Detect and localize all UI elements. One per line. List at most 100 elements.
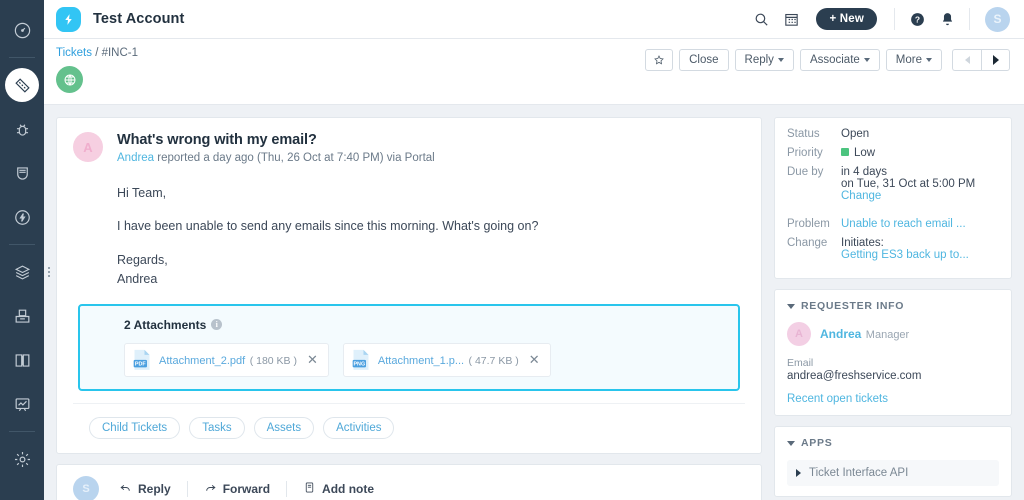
close-icon[interactable]: ✕	[304, 353, 321, 366]
forward-button[interactable]: Forward	[204, 481, 270, 497]
pdf-file-icon: PDF	[132, 349, 152, 371]
ticket-title-block: What's wrong with my email? Andrea repor…	[117, 132, 435, 164]
ticket-meta: Andrea reported a day ago (Thu, 26 Oct a…	[117, 152, 435, 164]
tab-tasks[interactable]: Tasks	[189, 416, 245, 439]
requester-link[interactable]: Andrea	[117, 152, 154, 164]
sidebar-item-changes[interactable]	[5, 156, 39, 190]
rail-divider-1	[9, 57, 35, 58]
topbar-divider-2	[969, 8, 970, 30]
sidebar-item-analytics[interactable]	[5, 387, 39, 421]
new-button[interactable]: + New	[816, 8, 877, 30]
ticket-header: A What's wrong with my email? Andrea rep…	[73, 132, 745, 164]
attachment-text: Attachment_1.p... ( 47.7 KB )	[378, 351, 519, 369]
problem-link[interactable]: Unable to reach email ...	[841, 218, 966, 230]
requester-avatar: A	[73, 132, 103, 162]
associate-dropdown-button[interactable]: Associate	[799, 49, 880, 71]
next-arrow-icon	[992, 55, 999, 65]
add-note-button[interactable]: Add note	[303, 481, 374, 497]
topbar-divider	[894, 8, 895, 30]
reply-label: Reply	[138, 481, 171, 496]
calendar-icon[interactable]	[776, 4, 806, 34]
ticket-body-line-3: Regards,	[117, 252, 168, 267]
ticket-body: Hi Team, I have been unable to send any …	[73, 164, 745, 290]
email-value: andrea@freshservice.com	[787, 370, 922, 382]
due-relative: in 4 days	[841, 166, 888, 178]
apps-section: APPS Ticket Interface API	[774, 426, 1012, 497]
bell-icon[interactable]	[932, 4, 962, 34]
app-item-ticket-interface-api[interactable]: Ticket Interface API	[787, 460, 999, 486]
status-label: Status	[787, 128, 820, 140]
shield-icon	[13, 164, 32, 183]
next-ticket-button[interactable]	[981, 49, 1010, 71]
ticket-detail-card: A What's wrong with my email? Andrea rep…	[56, 117, 762, 454]
status-badge[interactable]: Open	[841, 128, 999, 140]
left-nav-rail	[0, 0, 50, 500]
attachment-item[interactable]: PDF Attachment_2.pdf ( 180 KB ) ✕	[124, 342, 329, 377]
breadcrumb-tickets-link[interactable]: Tickets	[56, 47, 92, 59]
requester-name[interactable]: Andrea	[820, 327, 861, 341]
breadcrumb-bar: Tickets / #INC-1 Close Reply Associate M…	[44, 39, 1024, 105]
sidebar-item-admin[interactable]	[5, 442, 39, 476]
tab-assets[interactable]: Assets	[253, 416, 315, 439]
tab-child-tickets[interactable]: Child Tickets	[89, 416, 181, 439]
ticket-pager	[952, 49, 1010, 71]
requester-role: Manager	[865, 329, 910, 341]
breadcrumb-current: #INC-1	[101, 47, 139, 59]
change-label: Change	[787, 237, 828, 249]
help-icon[interactable]: ?	[902, 4, 932, 34]
sidebar-item-dashboard[interactable]	[5, 13, 39, 47]
attachment-name[interactable]: Attachment_1.p...	[378, 355, 464, 367]
search-icon[interactable]	[746, 4, 776, 34]
reply-dropdown-button[interactable]: Reply	[734, 49, 794, 71]
attachment-size: ( 180 KB )	[249, 354, 297, 367]
close-icon[interactable]: ✕	[526, 353, 543, 366]
requester-info-header[interactable]: REQUESTER INFO	[787, 300, 999, 312]
reply-button[interactable]: Reply	[119, 481, 171, 497]
chevron-down-icon	[863, 58, 870, 62]
star-icon[interactable]	[645, 49, 674, 71]
close-button[interactable]: Close	[679, 49, 729, 71]
avatar: S	[73, 475, 99, 500]
property-status: Status Open	[787, 128, 999, 140]
rail-overflow-dots-icon[interactable]	[48, 267, 50, 277]
flash-logo-icon[interactable]	[56, 6, 81, 32]
due-change-link[interactable]: Change	[841, 190, 881, 202]
attachment-item[interactable]: PNG Attachment_1.p... ( 47.7 KB ) ✕	[342, 342, 551, 377]
priority-color-swatch	[841, 148, 849, 156]
attachments-wrapper: 2 Attachments i PDF Attachment_2.pdf (1…	[73, 303, 745, 391]
priority-text: Low	[854, 147, 876, 159]
archive-icon	[13, 307, 32, 326]
sidebar-item-releases[interactable]	[5, 200, 39, 234]
sidebar-item-assets[interactable]	[5, 255, 50, 289]
change-initiates-label: Initiates:	[841, 237, 884, 249]
sidebar-item-solutions[interactable]	[5, 343, 39, 377]
sidebar-item-tickets[interactable]	[5, 68, 39, 102]
top-bar: Test Account + New ? S	[44, 0, 1024, 39]
sidebar-item-purchase[interactable]	[5, 299, 39, 333]
problem-value: Unable to reach email ...	[841, 218, 999, 230]
attachment-text: Attachment_2.pdf ( 180 KB )	[159, 351, 297, 369]
avatar[interactable]: S	[985, 6, 1010, 32]
more-dropdown-button[interactable]: More	[885, 49, 942, 71]
chevron-down-icon	[926, 58, 932, 62]
ticket-body-line-4: Andrea	[117, 272, 158, 287]
priority-value[interactable]: Low	[841, 147, 999, 159]
prev-ticket-button[interactable]	[952, 49, 981, 71]
change-link[interactable]: Getting ES3 back up to...	[841, 249, 969, 261]
attachment-name[interactable]: Attachment_2.pdf	[159, 355, 245, 367]
apps-header[interactable]: APPS	[787, 437, 999, 449]
conversation-column: A What's wrong with my email? Andrea rep…	[56, 117, 762, 500]
main-column: Test Account + New ? S Tickets / #INC-1	[44, 0, 1024, 500]
tab-activities[interactable]: Activities	[323, 416, 395, 439]
add-note-label: Add note	[322, 481, 375, 496]
attachments-list: PDF Attachment_2.pdf ( 180 KB ) ✕ PNG At…	[124, 342, 738, 377]
recent-open-tickets-link[interactable]: Recent open tickets	[787, 393, 999, 405]
change-value: Initiates: Getting ES3 back up to...	[841, 237, 999, 261]
book-icon	[13, 351, 32, 370]
info-icon[interactable]: i	[211, 319, 223, 330]
replybar-divider	[186, 480, 188, 497]
png-file-icon: PNG	[351, 349, 371, 371]
sidebar-item-problems[interactable]	[5, 112, 39, 146]
svg-text:PNG: PNG	[353, 361, 365, 367]
gauge-icon	[13, 21, 32, 40]
